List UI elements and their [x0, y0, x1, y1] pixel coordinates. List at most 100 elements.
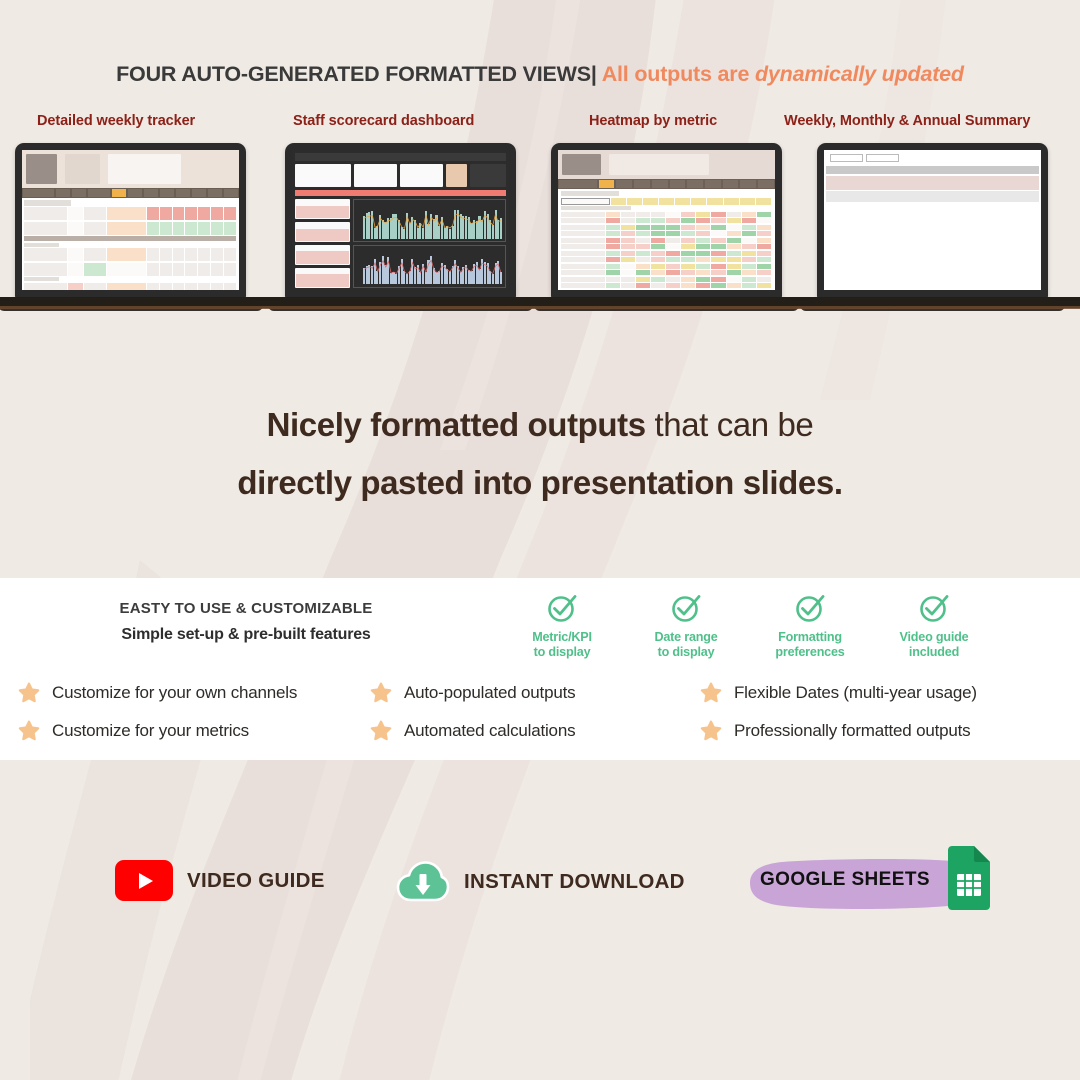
heatmap-cell	[635, 211, 650, 217]
laptop-lid	[817, 143, 1048, 299]
heatmap-cell	[756, 263, 772, 269]
kpi-dashboard	[292, 150, 509, 290]
heatmap-cell	[741, 218, 756, 224]
heatmap-cell	[726, 257, 741, 263]
heatmap-row-label	[561, 276, 605, 282]
heatmap-row-label	[561, 218, 605, 224]
heatmap-row-label	[561, 231, 605, 237]
heatmap-cell	[726, 231, 741, 237]
kpi-card	[295, 268, 350, 288]
bullet-text: Flexible Dates (multi-year usage)	[734, 683, 977, 702]
bullet-row: Customize for your own channels Auto-pop…	[0, 674, 1080, 712]
heatmap-cell	[620, 257, 635, 263]
youtube-play-icon[interactable]	[115, 860, 173, 901]
laptop-mockup-3: Heatmap by metric	[534, 113, 799, 311]
badge-video-guide[interactable]: VIDEO GUIDE	[115, 860, 325, 901]
laptop-cut-band-accent	[0, 306, 1080, 309]
page-title-divider: |	[590, 62, 597, 86]
badge-instant-download[interactable]: INSTANT DOWNLOAD	[396, 860, 685, 904]
heatmap-cell	[756, 250, 772, 256]
heatmap-cell	[635, 250, 650, 256]
laptop-screen-overview	[824, 150, 1041, 290]
heatmap-cell	[711, 237, 726, 243]
heatmap-row	[561, 276, 772, 282]
heatmap-cell	[726, 211, 741, 217]
heatmap-cell	[726, 270, 741, 276]
sheet-tab-row	[558, 179, 775, 190]
bullet-text: Automated calculations	[404, 721, 576, 740]
heatmap-cell	[711, 244, 726, 250]
heatmap-row	[561, 231, 772, 237]
heatmap-cell	[681, 276, 696, 282]
heatmap-cell	[635, 276, 650, 282]
heatmap-cell	[756, 257, 772, 263]
heatmap-cell	[650, 237, 666, 243]
heatmap-cell	[696, 250, 711, 256]
heatmap-cell	[635, 237, 650, 243]
heatmap-cell	[666, 257, 681, 263]
toolbar-button	[830, 154, 863, 163]
heatmap-cell	[711, 224, 726, 230]
heatmap-cell	[605, 270, 620, 276]
overview-toolbar	[826, 152, 1039, 164]
heatmap-cell	[741, 244, 756, 250]
heatmap-cell	[666, 244, 681, 250]
star-icon	[18, 682, 40, 703]
star-icon	[370, 682, 392, 703]
features-subheading: Simple set-up & pre-built features	[121, 626, 371, 643]
heatmap-cell	[726, 244, 741, 250]
checklist-label: Formatting preferences	[775, 630, 845, 659]
heatmap-cell	[650, 231, 666, 237]
heatmap-cell	[650, 263, 666, 269]
heatmap-cell	[756, 231, 772, 237]
features-section: EASTY TO USE & CUSTOMIZABLE Simple set-u…	[0, 578, 1080, 760]
bullet-list-group: Customize for your own channels Auto-pop…	[0, 674, 1080, 750]
bullet-item: Automated calculations	[370, 720, 700, 742]
overview-title-bar	[826, 166, 1039, 175]
google-sheets-icon[interactable]	[940, 843, 996, 913]
heatmap-cell	[726, 276, 741, 282]
play-triangle-icon	[138, 872, 153, 889]
heatmap-cell	[696, 231, 711, 237]
laptop-mockup-2: Staff scorecard dashboard	[268, 113, 533, 311]
heatmap-row-label	[561, 270, 605, 276]
heatmap-cell	[605, 211, 620, 217]
heatmap-cell	[666, 224, 681, 230]
heatmap-body	[558, 189, 775, 290]
heatmap-cell	[726, 237, 741, 243]
heatmap-cell	[650, 276, 666, 282]
sheet-header	[22, 150, 239, 188]
laptop-mockup-4: Weekly, Monthly & Annual Summary	[784, 113, 1065, 311]
heatmap-row-label	[561, 224, 605, 230]
laptop-mockup-1: Detailed weekly tracker	[0, 113, 263, 311]
heatmap-cell	[620, 263, 635, 269]
heatmap-cell	[666, 231, 681, 237]
checklist-label: Date range to display	[654, 630, 718, 659]
heatmap-cell	[741, 270, 756, 276]
heatmap-cell	[756, 224, 772, 230]
badge-label: VIDEO GUIDE	[187, 868, 325, 892]
overview-sheet	[824, 150, 1041, 290]
heatmap-sheet	[558, 150, 775, 290]
badge-label: INSTANT DOWNLOAD	[464, 870, 685, 893]
cloud-download-icon[interactable]	[396, 860, 450, 904]
toolbar-button	[865, 154, 899, 163]
heatmap-cell	[711, 283, 726, 289]
heatmap-cell	[605, 237, 620, 243]
heatmap-cell	[635, 244, 650, 250]
star-icon	[18, 720, 40, 741]
checklist-label: Metric/KPI to display	[532, 630, 592, 659]
heatmap-cell	[681, 263, 696, 269]
heatmap-cell	[681, 283, 696, 289]
heatmap-cell	[696, 211, 711, 217]
heatmap-cell	[620, 231, 635, 237]
heatmap-cell	[696, 283, 711, 289]
sheet-tab-row	[22, 187, 239, 198]
bullet-text: Auto-populated outputs	[404, 683, 576, 702]
kpi-card	[295, 222, 350, 243]
heatmap-row-label	[561, 250, 605, 256]
laptop-lid	[285, 143, 516, 299]
bullet-text: Professionally formatted outputs	[734, 721, 971, 740]
heatmap-cell	[696, 244, 711, 250]
profile-avatar	[446, 164, 468, 187]
